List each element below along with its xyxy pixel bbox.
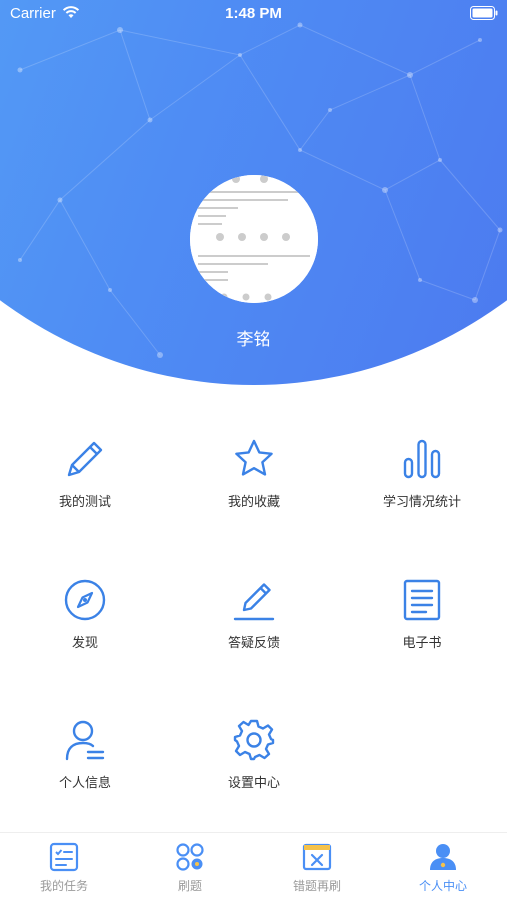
tab-wrong-questions[interactable]: 错题再刷 (262, 841, 372, 894)
bar-chart-icon (403, 439, 441, 479)
menu-label: 电子书 (402, 635, 442, 650)
battery-icon (470, 6, 498, 20)
menu-my-favorites[interactable]: 我的收藏 (184, 437, 324, 547)
task-list-icon (49, 842, 79, 872)
tab-bar: 我的任务 刷题 错题再刷 个人中心 (0, 832, 507, 900)
tab-label: 个人中心 (418, 879, 467, 893)
menu-label: 我的收藏 (227, 494, 280, 509)
menu-settings-center[interactable]: 设置中心 (184, 718, 324, 828)
user-name: 李铭 (236, 330, 271, 349)
profile-header: Carrier 1:48 PM 李铭 (0, 0, 507, 385)
tab-practice[interactable]: 刷题 (135, 841, 245, 894)
menu-label: 答疑反馈 (227, 635, 280, 650)
document-icon (403, 579, 441, 621)
pencil-icon (67, 441, 103, 477)
person-center-icon (430, 844, 456, 870)
menu-label: 学习情况统计 (382, 494, 461, 509)
menu-label: 设置中心 (227, 775, 280, 790)
status-bar: Carrier 1:48 PM (0, 0, 507, 28)
avatar[interactable] (190, 175, 318, 303)
menu-study-stats[interactable]: 学习情况统计 (352, 437, 492, 547)
wrong-questions-icon (302, 843, 332, 871)
user-icon (65, 720, 105, 761)
menu-label: 个人信息 (58, 775, 111, 790)
menu-ebook[interactable]: 电子书 (352, 578, 492, 688)
menu-my-tests[interactable]: 我的测试 (15, 437, 155, 547)
edit-line-icon (233, 583, 275, 621)
menu-label: 我的测试 (58, 494, 111, 509)
menu-discover[interactable]: 发现 (15, 578, 155, 688)
gear-icon (233, 719, 275, 761)
tab-label: 错题再刷 (292, 879, 341, 893)
grid-dots-icon (176, 843, 204, 871)
menu-label: 发现 (71, 635, 98, 650)
status-time: 1:48 PM (225, 5, 282, 22)
tab-personal-center[interactable]: 个人中心 (388, 841, 498, 894)
tab-label: 刷题 (177, 879, 202, 893)
star-icon (235, 439, 273, 476)
menu-personal-info[interactable]: 个人信息 (15, 718, 155, 828)
menu-qa-feedback[interactable]: 答疑反馈 (184, 578, 324, 688)
tab-my-tasks[interactable]: 我的任务 (9, 841, 119, 894)
avatar-image (190, 175, 318, 303)
tab-label: 我的任务 (39, 879, 88, 893)
compass-icon (64, 579, 106, 621)
